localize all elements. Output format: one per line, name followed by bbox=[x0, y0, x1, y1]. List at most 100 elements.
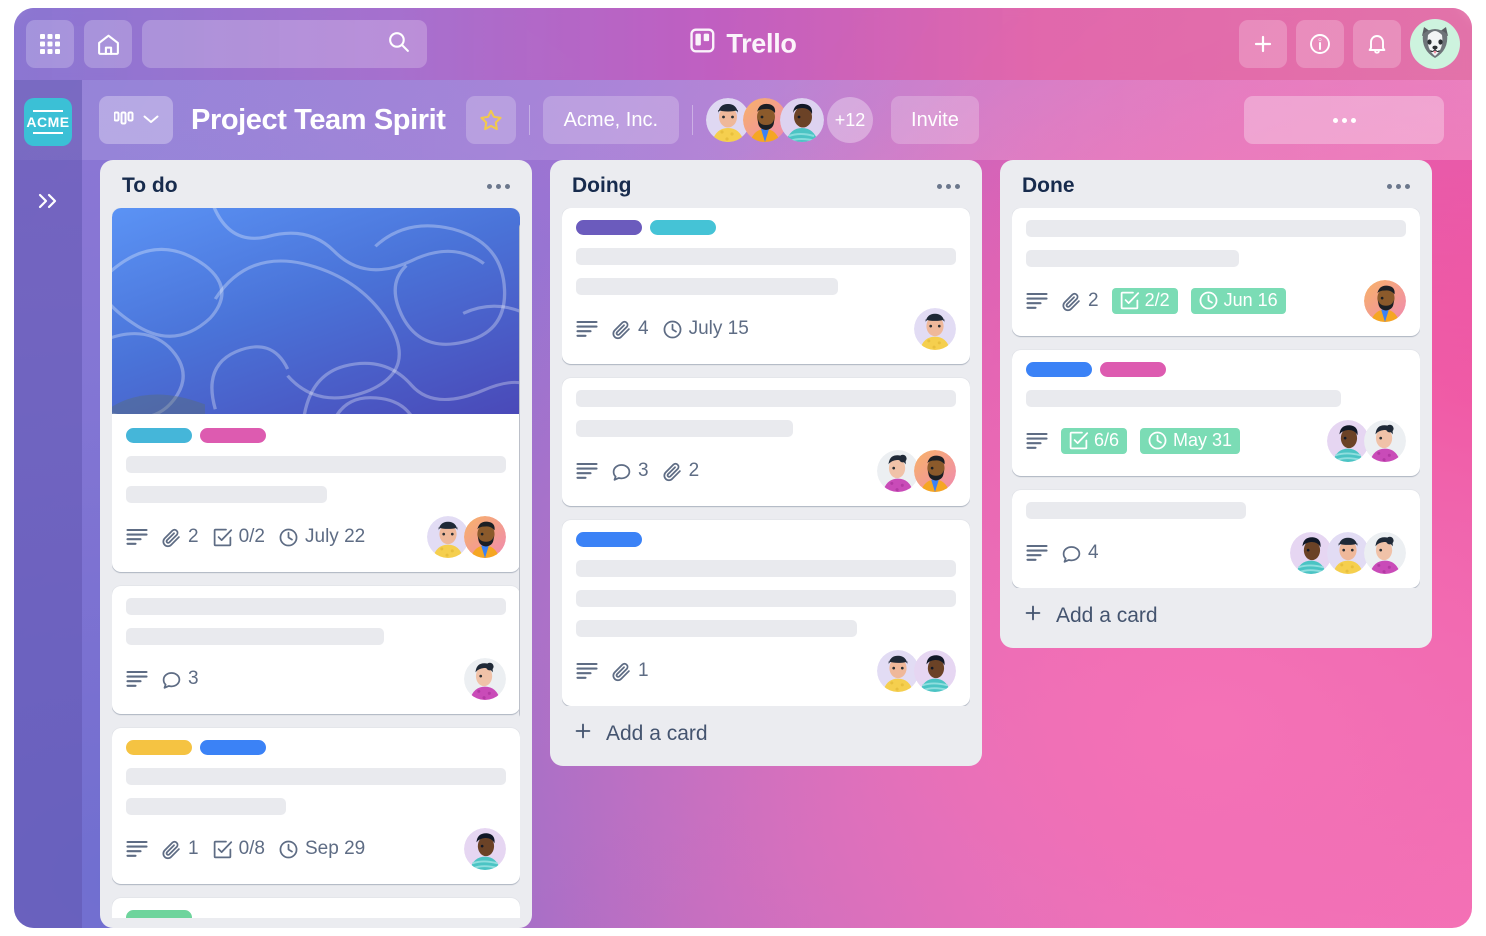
list-scroll-area: 2 2/2 Jun 16 6/6 May 31 4 bbox=[1012, 208, 1420, 588]
avatar[interactable] bbox=[877, 450, 919, 492]
star-outline-icon[interactable] bbox=[465, 96, 516, 144]
card-label[interactable] bbox=[650, 220, 716, 235]
board-card[interactable]: 4 July 15 bbox=[562, 208, 970, 364]
card-badge-description bbox=[126, 670, 148, 688]
add-card-button[interactable]: Add a card bbox=[1012, 588, 1420, 638]
avatar[interactable] bbox=[464, 828, 506, 870]
avatar[interactable] bbox=[427, 516, 469, 558]
info-circle-icon[interactable] bbox=[1296, 20, 1344, 68]
plus-icon bbox=[1022, 602, 1044, 630]
checklist-icon bbox=[212, 839, 233, 860]
badge-text: 4 bbox=[638, 318, 649, 339]
global-top-bar: Trello bbox=[14, 8, 1472, 80]
card-body: 2 0/2 July 22 bbox=[112, 414, 520, 558]
avatar[interactable] bbox=[1364, 532, 1406, 574]
description-icon bbox=[1026, 292, 1048, 310]
bell-glyph bbox=[1368, 35, 1386, 54]
board-card[interactable]: 3 bbox=[112, 586, 520, 714]
workspace-button[interactable]: Acme, Inc. bbox=[542, 96, 680, 144]
board-menu-button[interactable] bbox=[1244, 96, 1444, 144]
card-badge-comment: 3 bbox=[161, 668, 199, 690]
grid-apps-icon[interactable] bbox=[26, 20, 74, 68]
woman-yellow-top-avatar bbox=[877, 650, 919, 692]
card-label[interactable] bbox=[1100, 362, 1166, 377]
avatar[interactable] bbox=[464, 658, 506, 700]
badge-text: 2 bbox=[188, 526, 199, 547]
avatar[interactable] bbox=[1290, 532, 1332, 574]
top-bar-actions bbox=[1239, 19, 1460, 69]
avatar[interactable] bbox=[1327, 532, 1369, 574]
card-members bbox=[877, 450, 956, 492]
member-avatar[interactable] bbox=[780, 98, 825, 142]
comment-icon bbox=[1061, 543, 1082, 564]
plus-icon[interactable] bbox=[1239, 20, 1287, 68]
board-header-bar: Project Team Spirit Acme, Inc. +12 Invit… bbox=[14, 80, 1472, 160]
list-menu-button[interactable] bbox=[485, 178, 512, 195]
expand-sidebar-glyph bbox=[38, 193, 57, 209]
card-badge-description bbox=[576, 320, 598, 338]
description-icon bbox=[126, 670, 148, 688]
avatar[interactable] bbox=[914, 308, 956, 350]
add-card-label: Add a card bbox=[606, 722, 708, 745]
card-badge-attachment: 1 bbox=[611, 660, 649, 682]
card-title-placeholder bbox=[576, 560, 956, 577]
card-label[interactable] bbox=[576, 532, 642, 547]
add-card-button[interactable]: Add a card bbox=[562, 706, 970, 756]
card-label[interactable] bbox=[200, 740, 266, 755]
card-badges: 1 bbox=[576, 650, 956, 692]
woman-purple-top-avatar bbox=[877, 450, 919, 492]
card-label[interactable] bbox=[126, 740, 192, 755]
list-scrollbar[interactable] bbox=[519, 208, 520, 918]
avatar[interactable] bbox=[1327, 420, 1369, 462]
page-title: Project Team Spirit bbox=[191, 103, 446, 136]
list-menu-button[interactable] bbox=[1385, 178, 1412, 195]
card-badges: 3 bbox=[126, 658, 506, 700]
logo-bar-top bbox=[33, 110, 63, 112]
avatar[interactable] bbox=[1364, 280, 1406, 322]
board-list: Doing 4 July 15 3 2 1 Add a card bbox=[550, 160, 982, 766]
board-card[interactable]: 4 bbox=[1012, 490, 1420, 588]
board-card[interactable]: 2 2/2 Jun 16 bbox=[1012, 208, 1420, 336]
board-card[interactable]: 3 2 bbox=[562, 378, 970, 506]
board-card[interactable]: 6/6 May 31 bbox=[1012, 350, 1420, 476]
list-scrollbar-thumb[interactable] bbox=[519, 222, 520, 720]
list-menu-button[interactable] bbox=[935, 178, 962, 195]
chevron-double-right-icon[interactable] bbox=[35, 190, 61, 217]
card-title-placeholder bbox=[126, 598, 506, 615]
board-card[interactable] bbox=[112, 898, 520, 918]
avatar[interactable] bbox=[1364, 420, 1406, 462]
board-view-switcher[interactable] bbox=[99, 96, 173, 144]
card-container: 2 2/2 Jun 16 6/6 May 31 4 bbox=[1012, 208, 1420, 588]
card-label[interactable] bbox=[126, 910, 192, 918]
card-label[interactable] bbox=[1026, 362, 1092, 377]
avatar[interactable] bbox=[464, 516, 506, 558]
card-label[interactable] bbox=[576, 220, 642, 235]
board-card[interactable]: 2 0/2 July 22 bbox=[112, 208, 520, 572]
checklist-icon bbox=[212, 527, 233, 548]
person-teal-top-avatar bbox=[1327, 420, 1369, 462]
card-members bbox=[1364, 280, 1406, 322]
avatar[interactable] bbox=[1410, 19, 1460, 69]
man-beard-orange-avatar bbox=[464, 516, 506, 558]
workspace-logo[interactable]: ACME bbox=[24, 98, 72, 146]
members-overflow-count[interactable]: +12 bbox=[827, 97, 874, 143]
card-labels bbox=[126, 910, 506, 918]
card-label[interactable] bbox=[126, 428, 192, 443]
bell-icon[interactable] bbox=[1353, 20, 1401, 68]
card-badges: 1 0/8 Sep 29 bbox=[126, 828, 506, 870]
woman-purple-top-avatar bbox=[1364, 532, 1406, 574]
avatar[interactable] bbox=[914, 450, 956, 492]
home-icon[interactable] bbox=[84, 20, 132, 68]
card-badges: 3 2 bbox=[576, 450, 956, 492]
search-input[interactable] bbox=[142, 20, 427, 68]
board-card[interactable]: 1 bbox=[562, 520, 970, 706]
card-labels bbox=[576, 220, 956, 235]
board-card[interactable]: 1 0/8 Sep 29 bbox=[112, 728, 520, 884]
card-label[interactable] bbox=[200, 428, 266, 443]
invite-button[interactable]: Invite bbox=[891, 96, 979, 144]
avatar[interactable] bbox=[914, 650, 956, 692]
avatar[interactable] bbox=[877, 650, 919, 692]
description-icon bbox=[1026, 432, 1048, 450]
header-divider bbox=[692, 105, 694, 135]
person-teal-top-avatar bbox=[914, 650, 956, 692]
